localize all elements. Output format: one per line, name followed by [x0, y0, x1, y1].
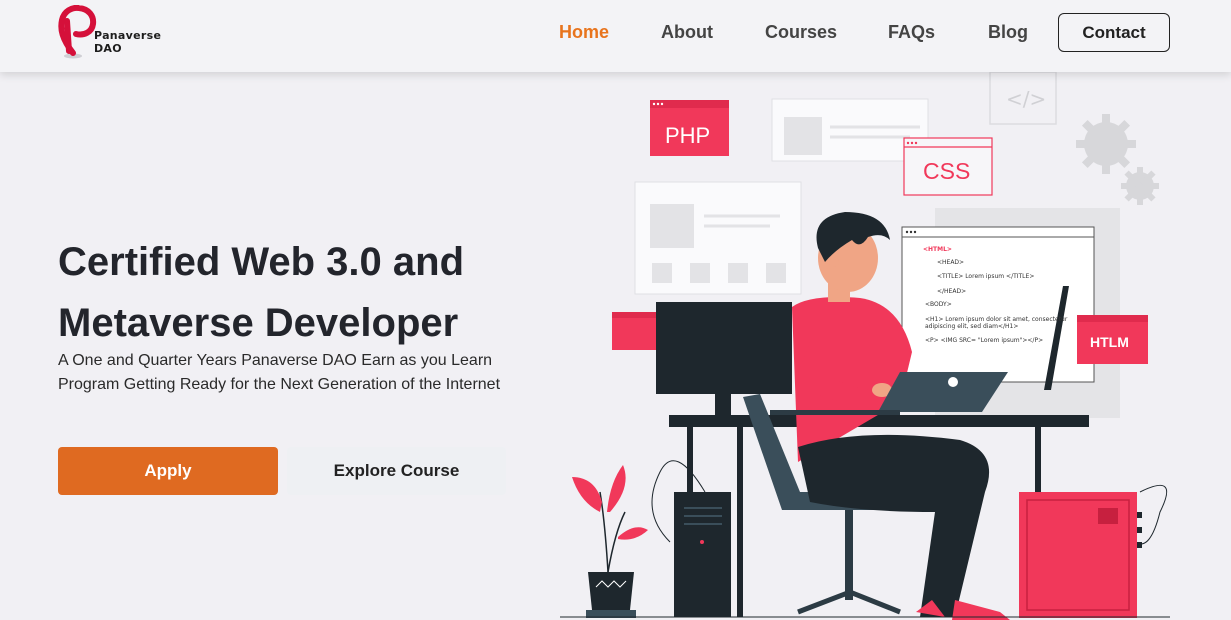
hero-title: Certified Web 3.0 and Metaverse Develope…: [58, 232, 578, 354]
logo-text: Panaverse DAO: [94, 29, 161, 55]
small-gear-icon: [1121, 167, 1159, 205]
panaverse-logo[interactable]: Panaverse DAO: [58, 5, 168, 61]
svg-text:</>: </>: [1006, 87, 1046, 111]
navbar: Panaverse DAO Home About Courses FAQs Bl…: [0, 0, 1231, 72]
code-line: <TITLE> Lorem ipsum </TITLE>: [937, 273, 1035, 280]
nav-blog[interactable]: Blog: [988, 22, 1028, 43]
logo-mark-icon: [58, 5, 97, 59]
developer-illustration: </>: [560, 71, 1170, 620]
hero-subtitle: A One and Quarter Years Panaverse DAO Ea…: [58, 349, 528, 397]
hero-title-line2: Metaverse Developer: [58, 301, 459, 345]
css-badge-label: CSS: [923, 158, 971, 184]
hero-illustration: </> PHP CSS HTLM <HTML> <HEAD> <TITLE> L…: [560, 71, 1231, 620]
logo-line1: Panaverse: [94, 29, 162, 42]
contact-button[interactable]: Contact: [1058, 13, 1170, 52]
code-line: <P> <IMG SRC= "Lorem ipsum"></P>: [925, 337, 1044, 344]
code-line: adipiscing elit, sed diam</H1>: [925, 323, 1019, 330]
htlm-badge-label: HTLM: [1090, 334, 1129, 350]
code-line: <HEAD>: [937, 259, 965, 266]
nav-faqs[interactable]: FAQs: [888, 22, 935, 43]
logo-line2: DAO: [94, 42, 122, 55]
code-line: <HTML>: [923, 246, 952, 253]
nav-courses[interactable]: Courses: [765, 22, 837, 43]
apply-button[interactable]: Apply: [58, 447, 278, 495]
explore-course-button[interactable]: Explore Course: [287, 447, 506, 495]
code-line: <H1> Lorem ipsum dolor sit amet, consect…: [925, 316, 1068, 323]
gear-icon: [1076, 114, 1136, 174]
code-line: </HEAD>: [937, 288, 967, 295]
hero-subtitle-line1: A One and Quarter Years Panaverse DAO Ea…: [58, 352, 493, 369]
php-badge-label: PHP: [665, 123, 711, 148]
hero-subtitle-line2: Program Getting Ready for the Next Gener…: [58, 376, 501, 393]
hero-title-line1: Certified Web 3.0 and: [58, 240, 465, 284]
nav-about[interactable]: About: [661, 22, 713, 43]
nav-home[interactable]: Home: [559, 22, 609, 43]
code-line: <BODY>: [925, 301, 952, 308]
